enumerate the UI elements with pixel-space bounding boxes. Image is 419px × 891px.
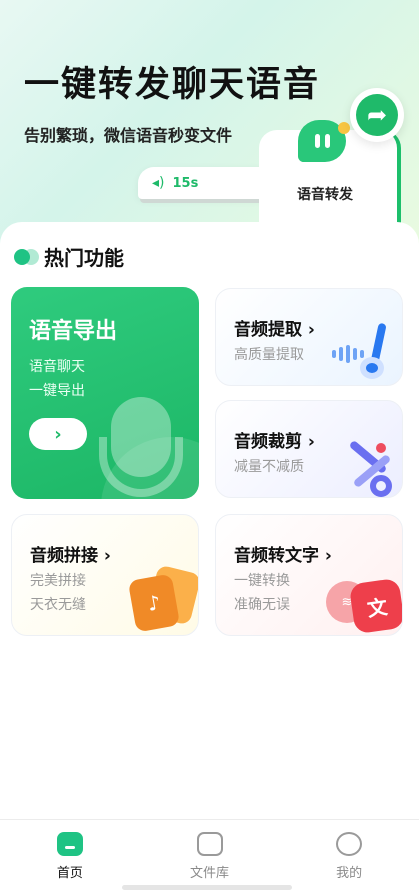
audio-clip-icon: ♪ — [127, 573, 181, 633]
voice-duration: 15s — [172, 175, 199, 191]
voice-message-bubble: ◂) 15s — [138, 167, 276, 199]
voice-forward-label: 语音转发 — [297, 187, 353, 203]
voice-export-title: 语音导出 — [29, 319, 118, 344]
audio-extract-title: 音频提取 › — [234, 320, 315, 340]
voice-export-desc: 语音聊天 一键导出 — [29, 359, 85, 399]
section-header: 热门功能 — [14, 242, 124, 271]
tab-file-library-label: 文件库 — [190, 866, 230, 881]
forward-button[interactable]: ➦ — [350, 88, 404, 142]
audio-to-text-desc: 一键转换 准确无误 — [234, 573, 290, 613]
tab-file-library[interactable]: 文件库 — [140, 820, 280, 891]
voice-export-go-button[interactable]: › — [29, 418, 87, 450]
audio-join-title: 音频拼接 › — [30, 546, 111, 566]
section-dots-icon — [14, 247, 42, 267]
audio-to-text-card[interactable]: 音频转文字 › 一键转换 准确无误 ≋ 文 — [215, 514, 403, 636]
audio-cut-desc: 减量不减质 — [234, 459, 304, 475]
section-title: 热门功能 — [44, 246, 124, 270]
music-note-icon — [360, 322, 388, 379]
forward-arrow-icon: ➦ — [356, 94, 398, 136]
tab-home-label: 首页 — [56, 866, 83, 881]
audio-join-card[interactable]: 音频拼接 › 完美拼接 天衣无缝 ♪ — [11, 514, 199, 636]
tab-mine[interactable]: 我的 — [279, 820, 419, 891]
hero-banner: 一键转发聊天语音 告别繁琐，微信语音秒变文件 ◂) 15s 语音转发 ➦ — [0, 0, 419, 250]
scissors-icon — [340, 437, 402, 497]
tab-mine-label: 我的 — [336, 866, 363, 881]
bottom-tab-bar: 首页 文件库 我的 — [0, 819, 419, 891]
audio-cut-title: 音频裁剪 › — [234, 432, 315, 452]
hero-title: 一键转发聊天语音 — [24, 65, 321, 105]
notification-dot — [338, 122, 350, 134]
tab-home[interactable]: 首页 — [0, 820, 140, 891]
folder-icon — [196, 832, 223, 856]
audio-extract-desc: 高质量提取 — [234, 347, 304, 363]
smile-icon — [336, 832, 363, 856]
voice-wave-icon: ◂) — [152, 175, 165, 191]
home-icon — [56, 832, 83, 856]
hero-subtitle: 告别繁琐，微信语音秒变文件 — [24, 126, 233, 145]
home-indicator — [122, 885, 292, 890]
audio-join-desc: 完美拼接 天衣无缝 — [30, 573, 86, 613]
voice-export-card[interactable]: 语音导出 语音聊天 一键导出 › — [11, 287, 199, 499]
audio-to-text-title: 音频转文字 › — [234, 546, 332, 566]
audio-extract-card[interactable]: 音频提取 › 高质量提取 — [215, 288, 403, 386]
audio-cut-card[interactable]: 音频裁剪 › 减量不减质 — [215, 400, 403, 498]
text-glyph-icon: 文 — [348, 577, 402, 635]
